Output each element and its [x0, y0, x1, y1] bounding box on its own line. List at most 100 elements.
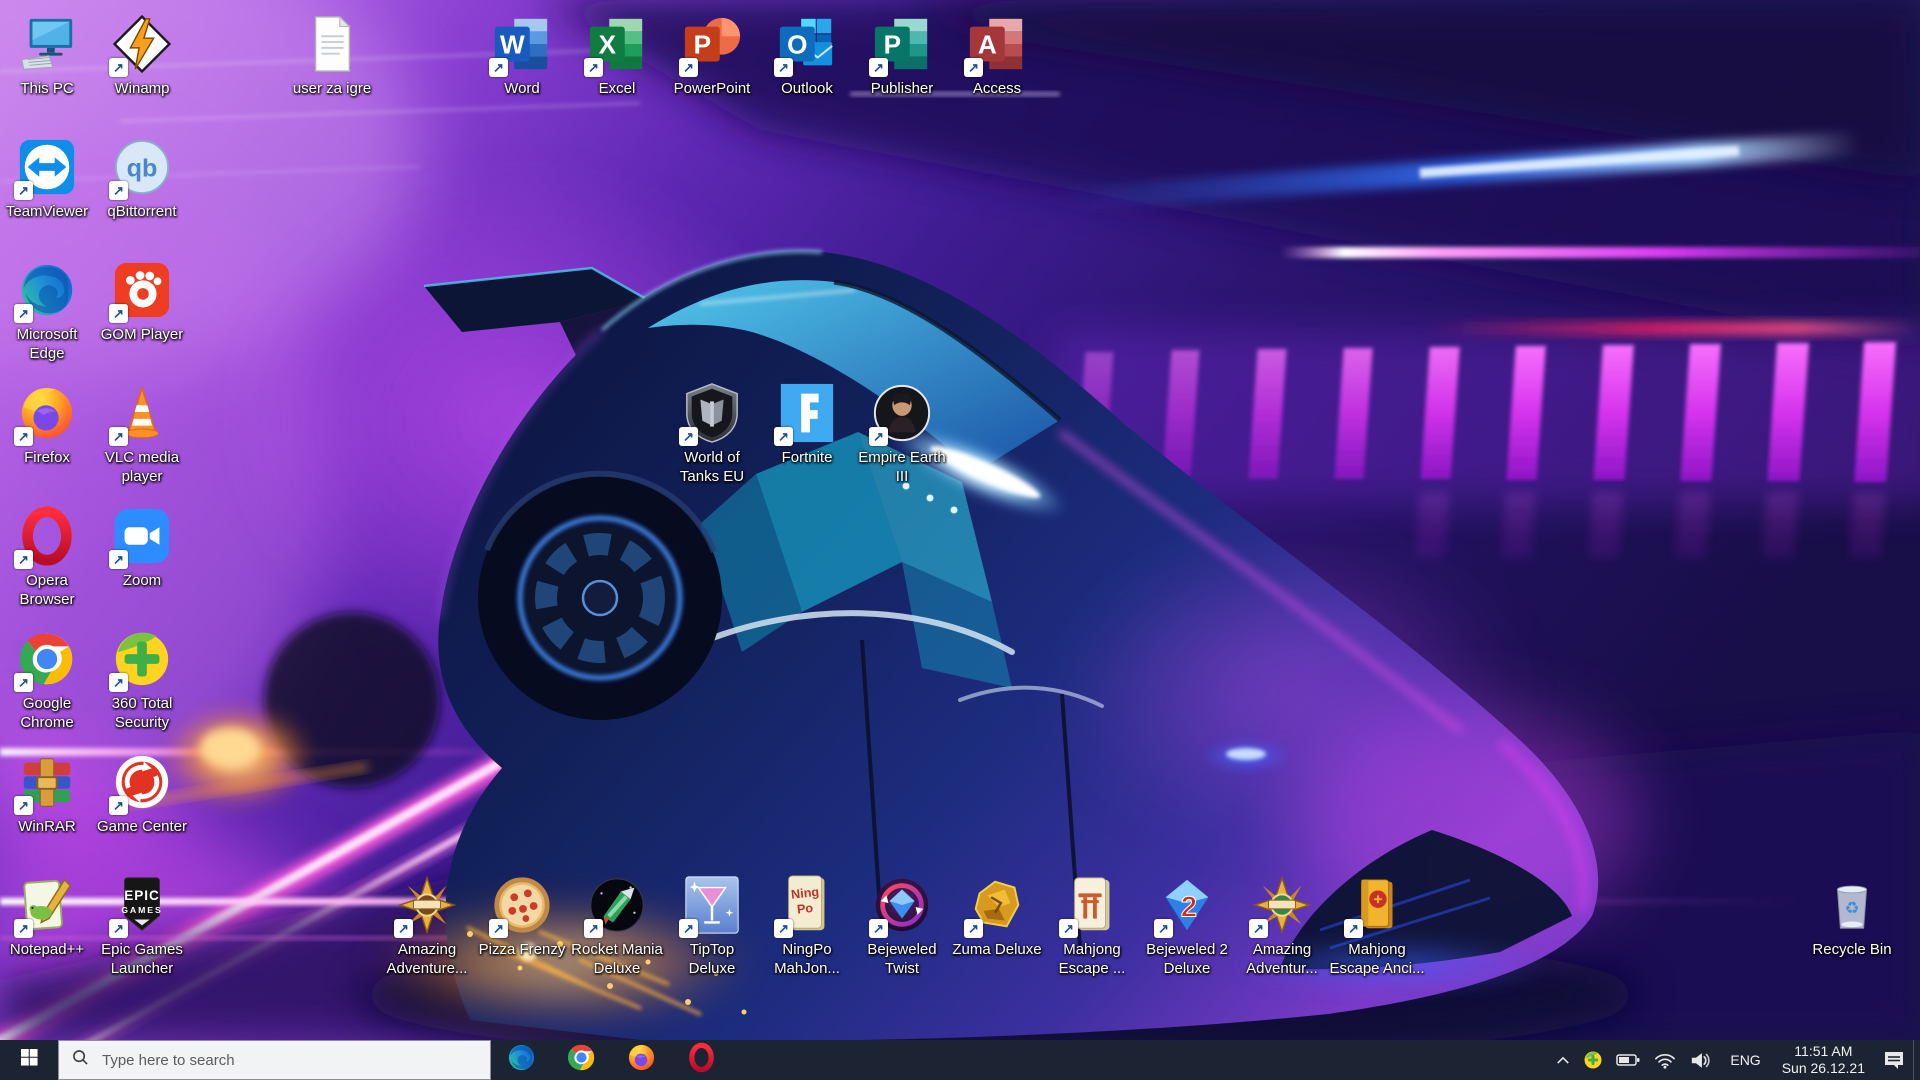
desktop-icon-label: Word — [470, 79, 574, 98]
taskbar-clock[interactable]: 11:51 AM Sun 26.12.21 — [1772, 1040, 1875, 1080]
desktop-icon-teamviewer[interactable]: ↗TeamViewer — [2, 136, 92, 221]
desktop-icon-opera[interactable]: ↗Opera Browser — [2, 505, 92, 609]
svg-text:♻: ♻ — [1845, 900, 1860, 918]
svg-text:X: X — [599, 30, 617, 60]
desktop-icon-chrome[interactable]: ↗Google Chrome — [2, 628, 92, 732]
world-of-tanks-icon: ↗ — [681, 382, 743, 444]
desktop-icon-bejtwist[interactable]: ↗Bejeweled Twist — [857, 874, 947, 978]
desktop-icon-ppt[interactable]: P↗PowerPoint — [667, 13, 757, 98]
desktop-icon-bej2[interactable]: 2↗Bejeweled 2 Deluxe — [1142, 874, 1232, 978]
desktop-icon-label: Mahjong Escape ... — [1040, 940, 1144, 978]
search-input[interactable] — [100, 1051, 477, 1070]
taskbar-apps — [491, 1040, 731, 1080]
show-desktop-button[interactable] — [1913, 1040, 1920, 1080]
desktop-icon-zoom[interactable]: ↗Zoom — [97, 505, 187, 590]
tray-360-security-icon[interactable] — [1577, 1040, 1609, 1080]
desktop-icon-label: Amazing Adventur... — [1230, 940, 1334, 978]
svg-text:EPIC: EPIC — [124, 888, 160, 903]
desktop-icon-wot[interactable]: ↗World of Tanks EU — [667, 382, 757, 486]
mahjong-escape-ancient-icon: ↗ — [1346, 874, 1408, 936]
shortcut-arrow-icon: ↗ — [1344, 919, 1363, 938]
desktop-icon-pizza[interactable]: ↗Pizza Frenzy — [477, 874, 567, 959]
microsoft-edge-icon — [506, 1042, 537, 1078]
desktop-icon-npp[interactable]: ↗Notepad++ — [2, 874, 92, 959]
language-indicator[interactable]: ENG — [1719, 1040, 1771, 1080]
desktop-icon-star1[interactable]: ↗Amazing Adventure... — [382, 874, 472, 978]
action-center-icon[interactable] — [1875, 1040, 1913, 1080]
desktop-icon-star2[interactable]: ↗Amazing Adventur... — [1237, 874, 1327, 978]
shortcut-arrow-icon: ↗ — [489, 58, 508, 77]
google-chrome-icon: ↗ — [16, 628, 78, 690]
desktop-icon-recycle[interactable]: ♻Recycle Bin — [1807, 874, 1897, 959]
desktop-icon-word[interactable]: W↗Word — [477, 13, 567, 98]
desktop-icon-label: This PC — [0, 79, 99, 98]
shortcut-arrow-icon: ↗ — [964, 919, 983, 938]
svg-text:2: 2 — [1181, 892, 1197, 924]
desktop-icon-publisher[interactable]: P↗Publisher — [857, 13, 947, 98]
desktop-icon-seal[interactable]: ↗Mahjong Escape Anci... — [1332, 874, 1422, 978]
text-document-icon — [301, 13, 363, 75]
microsoft-edge-icon: ↗ — [16, 259, 78, 321]
desktop-icon-fortnite[interactable]: F↗Fortnite — [762, 382, 852, 467]
desktop-icon-rocket[interactable]: ↗Rocket Mania Deluxe — [572, 874, 662, 978]
battery-icon[interactable] — [1609, 1040, 1647, 1080]
shortcut-arrow-icon: ↗ — [869, 427, 888, 446]
svg-text:Po: Po — [796, 901, 814, 917]
wifi-icon[interactable] — [1647, 1040, 1683, 1080]
desktop-icon-qbit[interactable]: qb↗qBittorrent — [97, 136, 187, 221]
desktop-icon-ee3[interactable]: ↗Empire Earth III — [857, 382, 947, 486]
shortcut-arrow-icon: ↗ — [14, 796, 33, 815]
desktop-icon-firefox[interactable]: ↗Firefox — [2, 382, 92, 467]
taskbar-app-edge[interactable] — [491, 1040, 551, 1080]
desktop-icon-gamecenter[interactable]: ↗Game Center — [97, 751, 187, 836]
pizza-frenzy-icon: ↗ — [491, 874, 553, 936]
zuma-deluxe-icon: ↗ — [966, 874, 1028, 936]
rocket-mania-deluxe-icon: ↗ — [586, 874, 648, 936]
desktop-icon-winrar[interactable]: ↗WinRAR — [2, 751, 92, 836]
desktop-icon-doc[interactable]: user za igre — [287, 13, 377, 98]
tray-chevron-up-icon[interactable] — [1549, 1040, 1577, 1080]
taskbar-app-opera[interactable] — [671, 1040, 731, 1080]
desktop-icon-ningpo[interactable]: NingPo↗NingPo MahJon... — [762, 874, 852, 978]
desktop-icon-label: Access — [945, 79, 1049, 98]
zoom-icon: ↗ — [111, 505, 173, 567]
desktop-icon-label: Bejeweled Twist — [850, 940, 954, 978]
shortcut-arrow-icon: ↗ — [109, 427, 128, 446]
desktop-icon-label: qBittorrent — [90, 202, 194, 221]
desktop-icon-vlc[interactable]: ↗VLC media player — [97, 382, 187, 486]
taskbar-search[interactable] — [58, 1040, 491, 1080]
clock-time: 11:51 AM — [1782, 1043, 1865, 1060]
desktop-icon-label: Winamp — [90, 79, 194, 98]
shortcut-arrow-icon: ↗ — [1154, 919, 1173, 938]
desktop-icon-label: TeamViewer — [0, 202, 99, 221]
desktop-icon-zuma[interactable]: ↗Zuma Deluxe — [952, 874, 1042, 959]
desktop-icon-gom[interactable]: ↗GOM Player — [97, 259, 187, 344]
desktop-icon-label: Opera Browser — [0, 571, 99, 609]
desktop-icon-thispc[interactable]: This PC — [2, 13, 92, 98]
notepad-plus-plus-icon: ↗ — [16, 874, 78, 936]
desktop-icon-winamp[interactable]: ↗Winamp — [97, 13, 187, 98]
desktop-icon-excel[interactable]: X↗Excel — [572, 13, 662, 98]
desktop-icon-epic[interactable]: EPICGAMES↗Epic Games Launcher — [97, 874, 187, 978]
start-button[interactable] — [0, 1040, 58, 1080]
shortcut-arrow-icon: ↗ — [1059, 919, 1078, 938]
desktop-icon-torii[interactable]: ↗Mahjong Escape ... — [1047, 874, 1137, 978]
desktop-icon-label: PowerPoint — [660, 79, 764, 98]
desktop-icon-sec360[interactable]: ↗360 Total Security — [97, 628, 187, 732]
bejeweled-2-deluxe-icon: 2↗ — [1156, 874, 1218, 936]
desktop-icon-outlook[interactable]: O↗Outlook — [762, 13, 852, 98]
desktop-icon-access[interactable]: A↗Access — [952, 13, 1042, 98]
taskbar-app-chrome[interactable] — [551, 1040, 611, 1080]
taskbar-app-firefox[interactable] — [611, 1040, 671, 1080]
firefox-icon — [626, 1042, 657, 1078]
desktop-icon-edge[interactable]: ↗Microsoft Edge — [2, 259, 92, 363]
shortcut-arrow-icon: ↗ — [679, 919, 698, 938]
opera-browser-icon: ↗ — [16, 505, 78, 567]
volume-icon[interactable] — [1683, 1040, 1719, 1080]
desktop-icon-tiptop[interactable]: ↗TipTop Deluxe — [667, 874, 757, 978]
excel-icon: X↗ — [586, 13, 648, 75]
access-icon: A↗ — [966, 13, 1028, 75]
shortcut-arrow-icon: ↗ — [964, 58, 983, 77]
shortcut-arrow-icon: ↗ — [1249, 919, 1268, 938]
this-pc-icon — [16, 13, 78, 75]
